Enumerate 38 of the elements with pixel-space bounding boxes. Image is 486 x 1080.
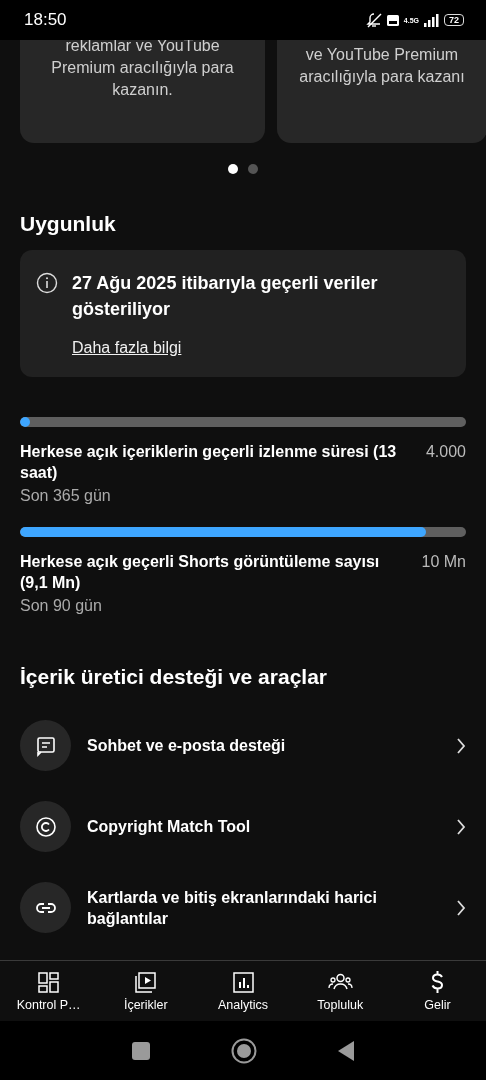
- copyright-icon: [34, 815, 57, 838]
- support-item[interactable]: Sohbet ve e-posta desteği: [0, 705, 486, 786]
- support-item[interactable]: Kartlarda ve bitiş ekranlarındaki harici bağlantılar: [0, 867, 486, 948]
- clock: 18:50: [24, 10, 67, 30]
- bell-off-icon: [365, 12, 382, 28]
- chart-icon: [230, 970, 256, 995]
- chevron-right-icon: [456, 736, 466, 755]
- dashboard-icon: [36, 970, 62, 995]
- promo-card[interactable]: reklamlar ve YouTube Premium aracılığıyla para kazanın.: [20, 40, 265, 143]
- nav-tab[interactable]: İçerikler: [97, 961, 195, 1021]
- nav-tab[interactable]: Gelir: [388, 961, 486, 1021]
- metric-label: Herkese açık geçerli Shorts görüntüleme sayısı (9,1 Mn): [20, 552, 381, 593]
- nav-tab[interactable]: Analytics: [194, 961, 292, 1021]
- back-icon[interactable]: [337, 1040, 355, 1062]
- video-library-icon: [133, 970, 159, 995]
- metric-target: 10 Mn: [421, 552, 466, 572]
- page-dot[interactable]: [228, 164, 238, 174]
- signal-icon: [424, 13, 439, 27]
- chat-icon: [34, 734, 57, 757]
- battery-level: 72: [444, 14, 464, 26]
- metric-target: 4.000: [425, 442, 466, 462]
- recents-icon[interactable]: [131, 1041, 151, 1061]
- promo-card[interactable]: ve YouTube Premium aracılığıyla para kazanı: [277, 40, 486, 143]
- notice-text: 27 Ağu 2025 itibarıyla geçerli veriler gösteriliyor: [72, 272, 379, 321]
- nav-tab[interactable]: Kontrol P…: [0, 961, 98, 1021]
- home-icon[interactable]: [231, 1038, 257, 1064]
- metric-period: Son 365 gün: [20, 487, 112, 505]
- support-item[interactable]: Copyright Match Tool: [0, 786, 486, 867]
- section-heading: İçerik üretici desteği ve araçlar: [19, 664, 328, 689]
- section-heading: Uygunluk: [19, 211, 117, 236]
- chevron-right-icon: [456, 817, 466, 836]
- nav-tab[interactable]: Topluluk: [291, 961, 389, 1021]
- chevron-right-icon: [456, 898, 466, 917]
- metric-label: Herkese açık içeriklerin geçerli izlenme süresi (13 saat): [20, 442, 398, 483]
- info-icon: [36, 272, 58, 294]
- learn-more-link[interactable]: Daha fazla bilgi: [72, 339, 182, 357]
- metric-period: Son 90 gün: [20, 597, 103, 615]
- page-dot[interactable]: [248, 164, 258, 174]
